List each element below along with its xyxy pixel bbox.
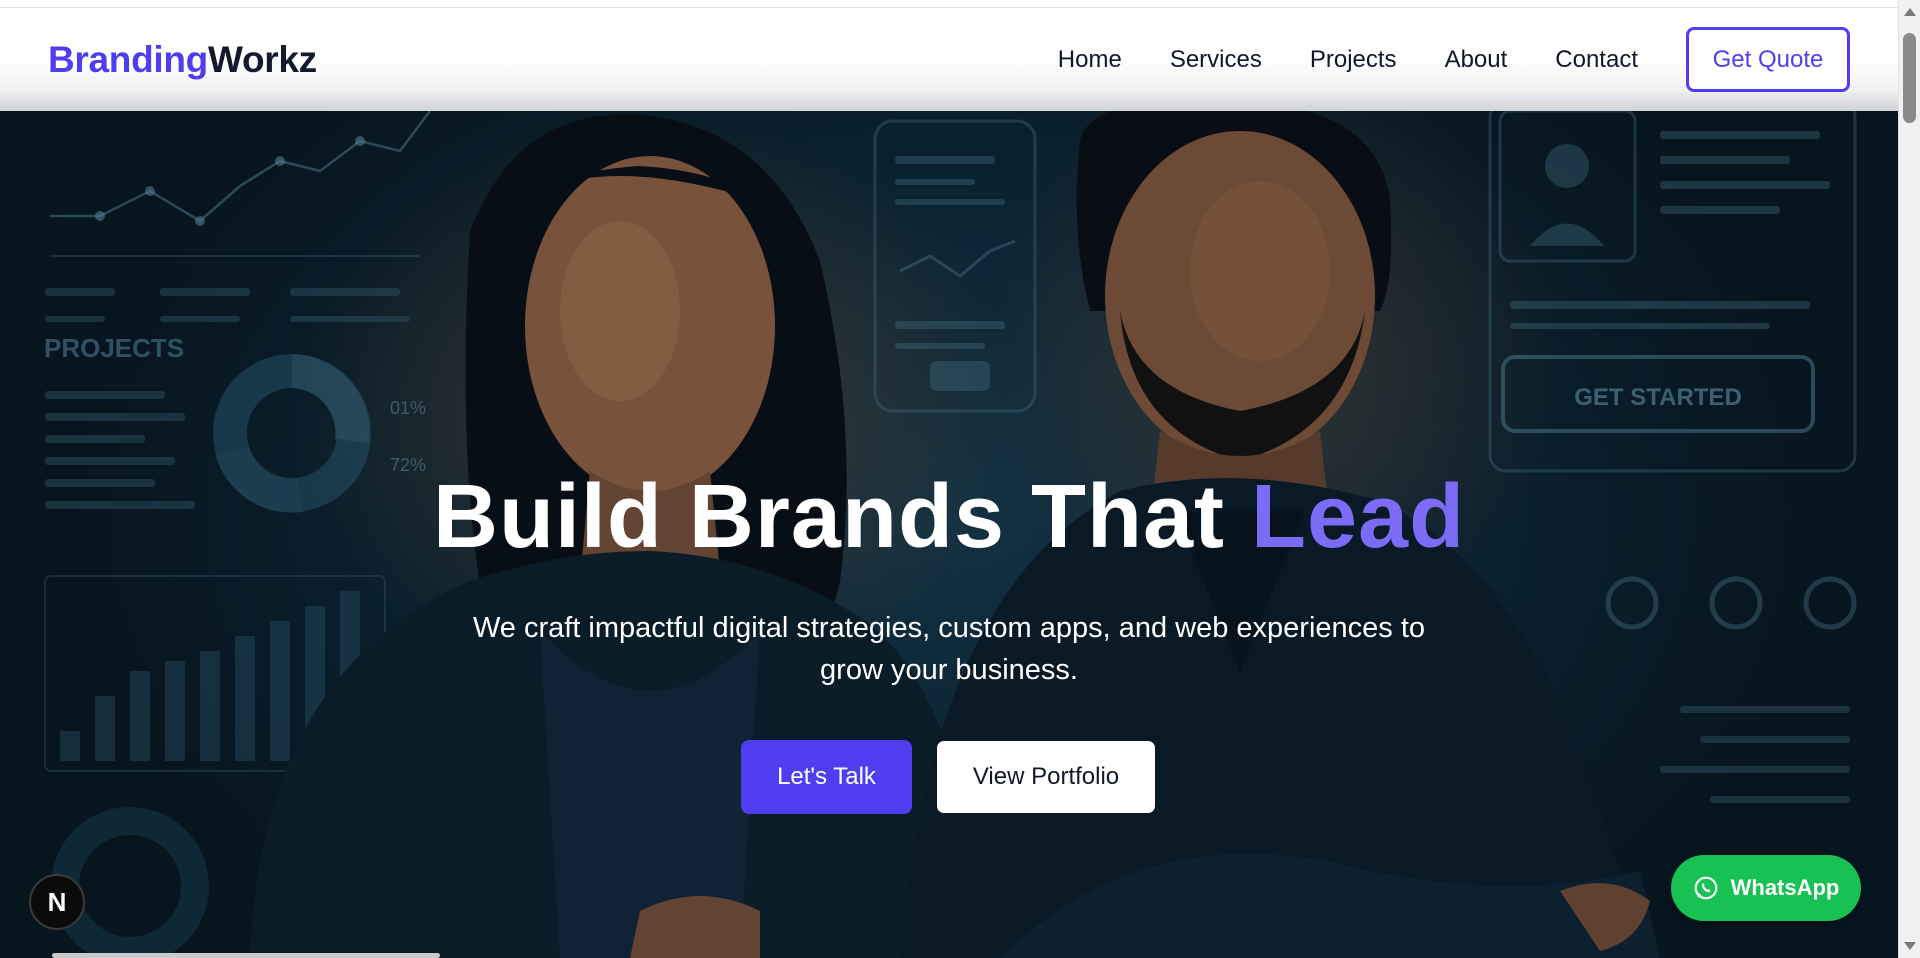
brand-logo[interactable]: BrandingWorkz: [48, 39, 317, 81]
hero-subtitle: We craft impactful digital strategies, c…: [472, 612, 1426, 686]
hero-content: Build Brands That Lead We craft impactfu…: [0, 111, 1898, 958]
hero-title: Build Brands That Lead: [0, 466, 1898, 569]
get-quote-button[interactable]: Get Quote: [1686, 27, 1850, 92]
nav-menu: Home Services Projects About Contact Get…: [1010, 27, 1850, 92]
vertical-scrollbar[interactable]: [1898, 0, 1920, 958]
next-logo-icon[interactable]: N: [29, 874, 85, 930]
scrollbar-thumb[interactable]: [1903, 33, 1916, 123]
hero-title-main: Build Brands That: [432, 467, 1251, 567]
nav-link-services[interactable]: Services: [1170, 46, 1262, 74]
browser-top-strip: [0, 0, 1898, 8]
whatsapp-icon: [1694, 876, 1717, 900]
horizontal-scroll-indicator[interactable]: [52, 953, 440, 958]
scroll-up-icon[interactable]: [1904, 8, 1916, 16]
hero-title-accent: Lead: [1250, 467, 1466, 567]
brand-logo-part2: Workz: [207, 38, 317, 80]
navbar: BrandingWorkz Home Services Projects Abo…: [0, 8, 1898, 111]
nav-link-contact[interactable]: Contact: [1555, 46, 1638, 74]
whatsapp-button[interactable]: WhatsApp: [1671, 855, 1861, 921]
lets-talk-button[interactable]: Let's Talk: [741, 740, 912, 814]
whatsapp-label: WhatsApp: [1730, 875, 1840, 900]
n-badge-letter: N: [47, 886, 67, 917]
view-portfolio-button[interactable]: View Portfolio: [936, 740, 1156, 814]
nav-link-about[interactable]: About: [1445, 46, 1508, 74]
hero-section: PROJECTS 01% 72% GET STARTED Build Brand…: [0, 111, 1898, 958]
nav-link-projects[interactable]: Projects: [1310, 46, 1397, 74]
nav-link-home[interactable]: Home: [1058, 46, 1122, 74]
scroll-down-icon[interactable]: [1904, 942, 1916, 950]
brand-logo-part1: Branding: [48, 38, 208, 80]
